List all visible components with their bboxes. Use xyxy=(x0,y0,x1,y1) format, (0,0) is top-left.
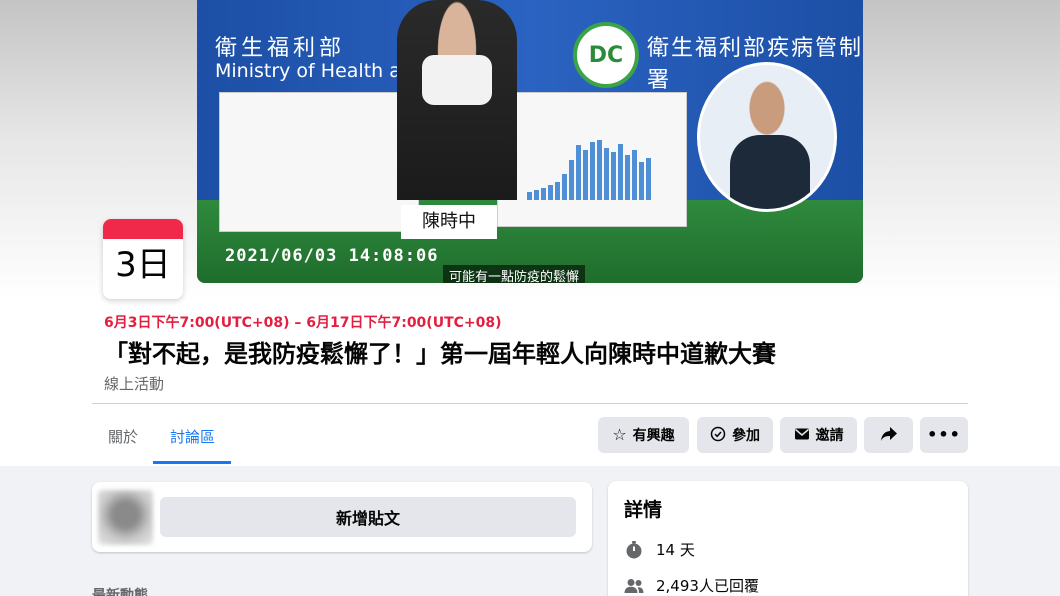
cover-photo[interactable]: 衛生福利部 Ministry of Health and Welfare DC … xyxy=(197,0,863,283)
header-divider xyxy=(92,403,968,404)
active-tab-indicator xyxy=(153,461,231,464)
calendar-day: 3日 xyxy=(115,245,171,285)
invite-button[interactable]: 邀請 xyxy=(780,417,857,453)
tab-discussion[interactable]: 討論區 xyxy=(170,426,215,447)
detail-responses-row: 2,493人已回覆 xyxy=(624,575,759,596)
more-options-button[interactable]: ••• xyxy=(920,417,968,453)
event-date-range: 6月3日下午7:00(UTC+08) – 6月17日下午7:00(UTC+08) xyxy=(104,315,502,331)
cdc-logo-icon: DC xyxy=(573,22,639,88)
cover-subtitle: 可能有一點防疫的鬆懈 xyxy=(443,265,586,283)
event-type: 線上活動 xyxy=(104,375,165,393)
cover-speaker-mask xyxy=(422,55,492,105)
tab-about[interactable]: 關於 xyxy=(108,426,138,447)
envelope-icon xyxy=(794,427,810,444)
check-circle-icon xyxy=(710,426,726,445)
star-icon: ☆ xyxy=(612,425,627,444)
detail-duration: 14 天 xyxy=(656,541,695,559)
cover-info-board xyxy=(219,92,419,232)
people-icon xyxy=(624,576,644,596)
detail-duration-row: 14 天 xyxy=(624,539,695,560)
share-button[interactable] xyxy=(864,417,913,453)
avatar[interactable] xyxy=(98,490,153,545)
going-button[interactable]: 參加 xyxy=(697,417,773,453)
cover-chart-bars xyxy=(527,140,677,200)
detail-responses: 2,493人已回覆 xyxy=(656,577,759,595)
cover-ministry-chinese: 衛生福利部 xyxy=(215,36,346,61)
cover-timestamp: 2021/06/03 14:08:06 xyxy=(225,246,439,266)
calendar-badge: 3日 xyxy=(103,219,183,299)
interested-button-label: 有興趣 xyxy=(632,428,675,444)
new-post-button[interactable]: 新增貼文 xyxy=(160,497,576,537)
latest-activity-heading: 最新動態 xyxy=(92,588,148,596)
stopwatch-icon xyxy=(624,540,644,560)
calendar-header xyxy=(103,219,183,239)
interested-button[interactable]: ☆ 有興趣 xyxy=(598,417,689,453)
cover-sign-interpreter xyxy=(697,62,837,212)
event-title: 「對不起，是我防疫鬆懈了！」第一屆年輕人向陳時中道歉大賽 xyxy=(104,340,776,368)
invite-button-label: 邀請 xyxy=(815,428,844,444)
going-button-label: 參加 xyxy=(732,428,760,444)
share-arrow-icon xyxy=(880,426,898,445)
more-dots-icon: ••• xyxy=(927,425,961,444)
details-title: 詳情 xyxy=(624,499,663,521)
cover-nameplate: 陳時中 xyxy=(401,205,497,239)
